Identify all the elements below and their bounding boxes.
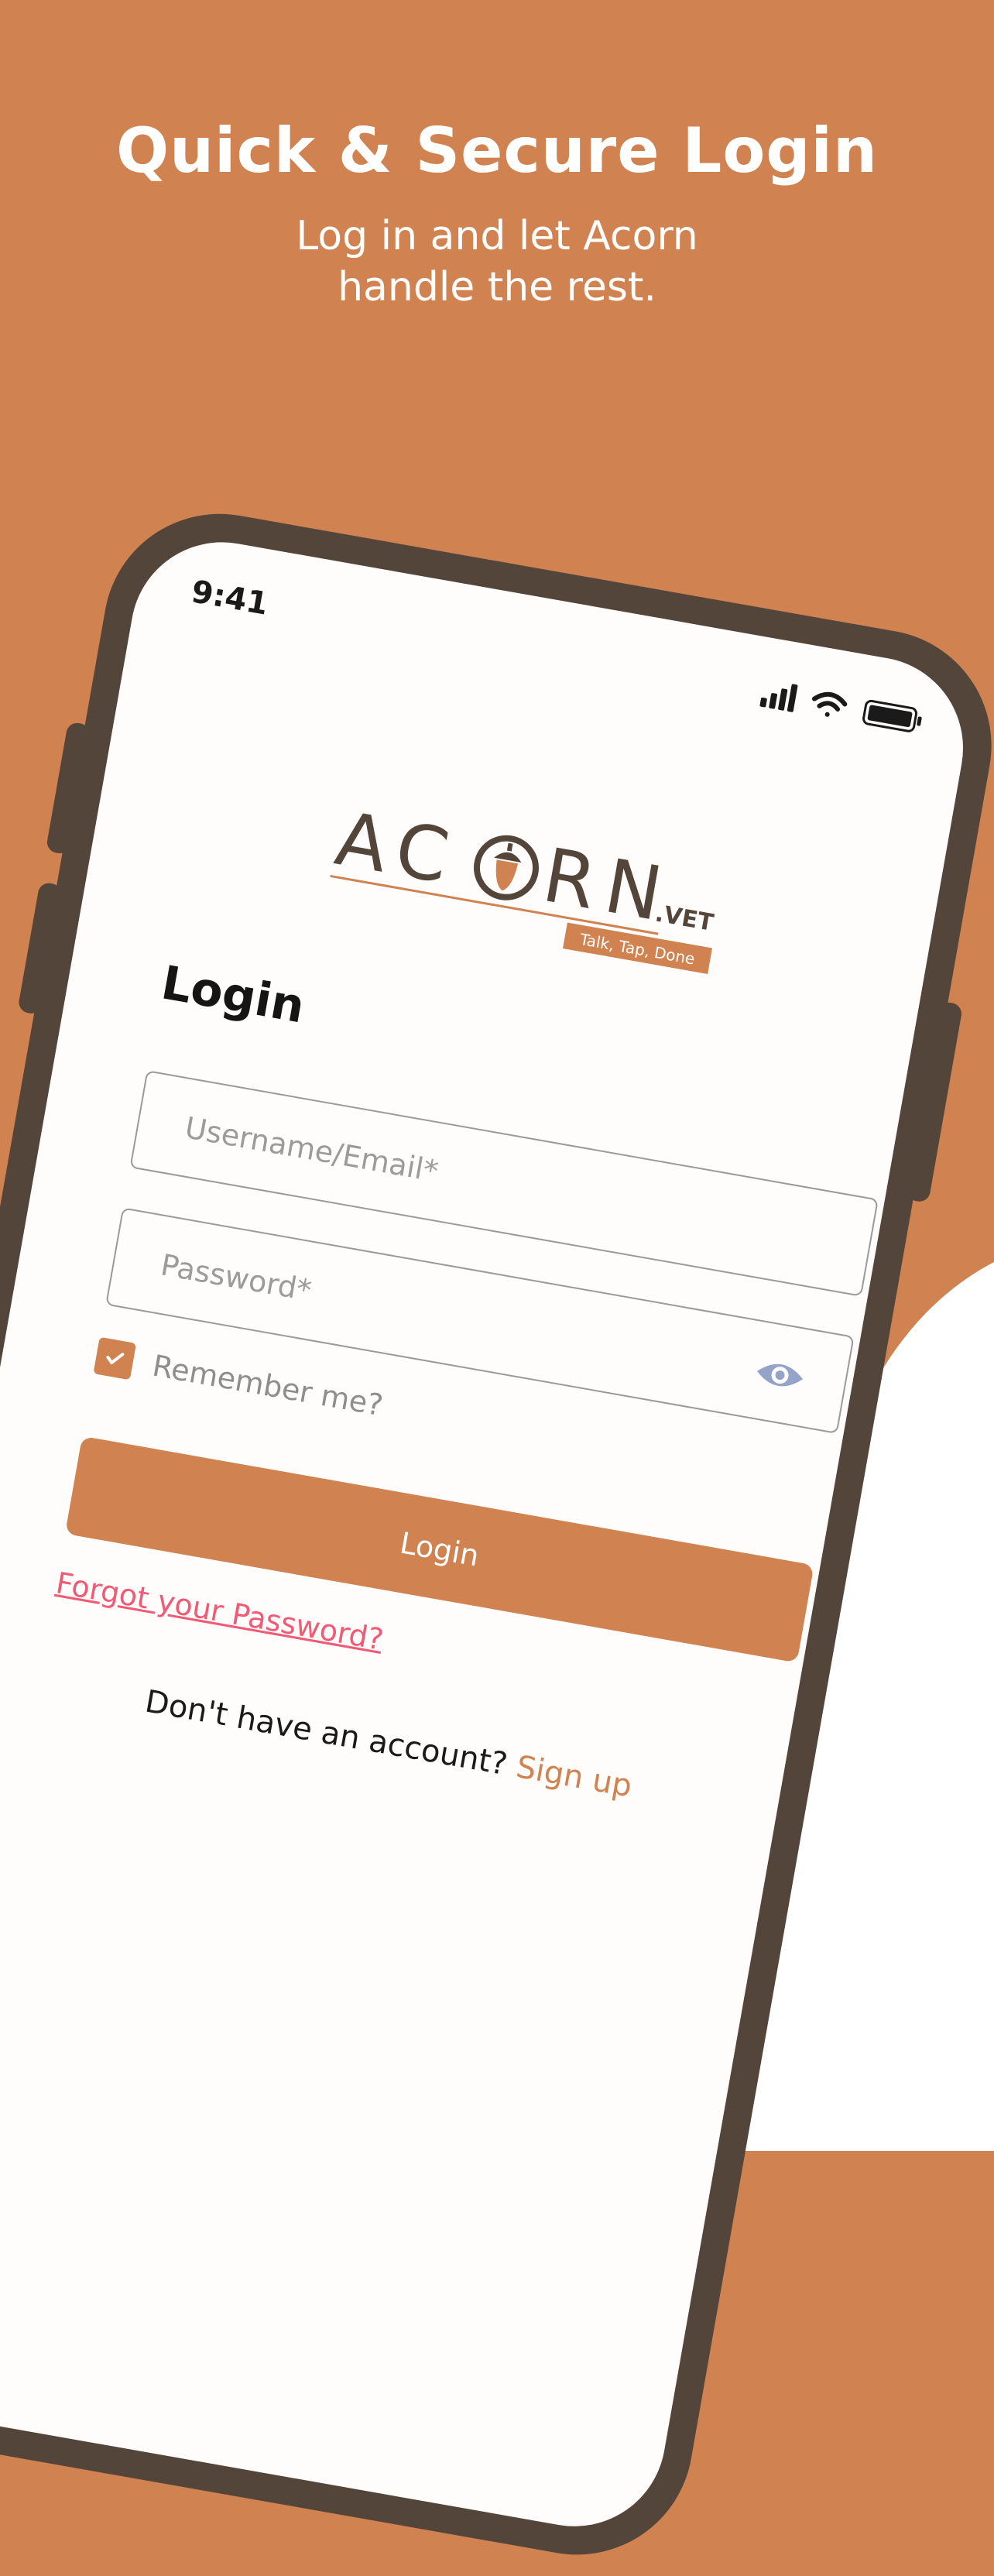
remember-me-row[interactable]: Remember me?	[93, 1336, 386, 1424]
acorn-icon	[473, 835, 539, 900]
signup-row: Don't have an account? Sign up	[142, 1684, 635, 1805]
remember-checkbox[interactable]	[93, 1336, 137, 1381]
acorn-logo: AC RN .VET Talk, Tap, Done	[330, 795, 716, 974]
svg-text:AC: AC	[330, 795, 466, 902]
signup-link[interactable]: Sign up	[513, 1749, 634, 1804]
signup-prompt: Don't have an account?	[142, 1683, 520, 1785]
battery-icon	[862, 699, 922, 732]
checkmark-icon	[106, 1353, 125, 1364]
subline-line-2: handle the rest.	[338, 264, 656, 310]
login-button[interactable]: Login	[64, 1435, 814, 1663]
login-title: Login	[157, 955, 309, 1034]
status-time: 9:41	[188, 574, 271, 623]
remember-label: Remember me?	[149, 1348, 386, 1423]
status-icons	[759, 684, 922, 732]
wifi-icon	[811, 691, 848, 717]
subline-line-1: Log in and let Acorn	[296, 213, 698, 259]
phone-mockup: 9:41 AC RN .VET Talk, Tap, Done Login Us…	[0, 496, 994, 2574]
signal-icon	[759, 684, 798, 712]
marketing-headline: Quick & Secure Login	[116, 115, 878, 187]
marketing-subline: Log in and let Acorn handle the rest.	[265, 211, 729, 313]
